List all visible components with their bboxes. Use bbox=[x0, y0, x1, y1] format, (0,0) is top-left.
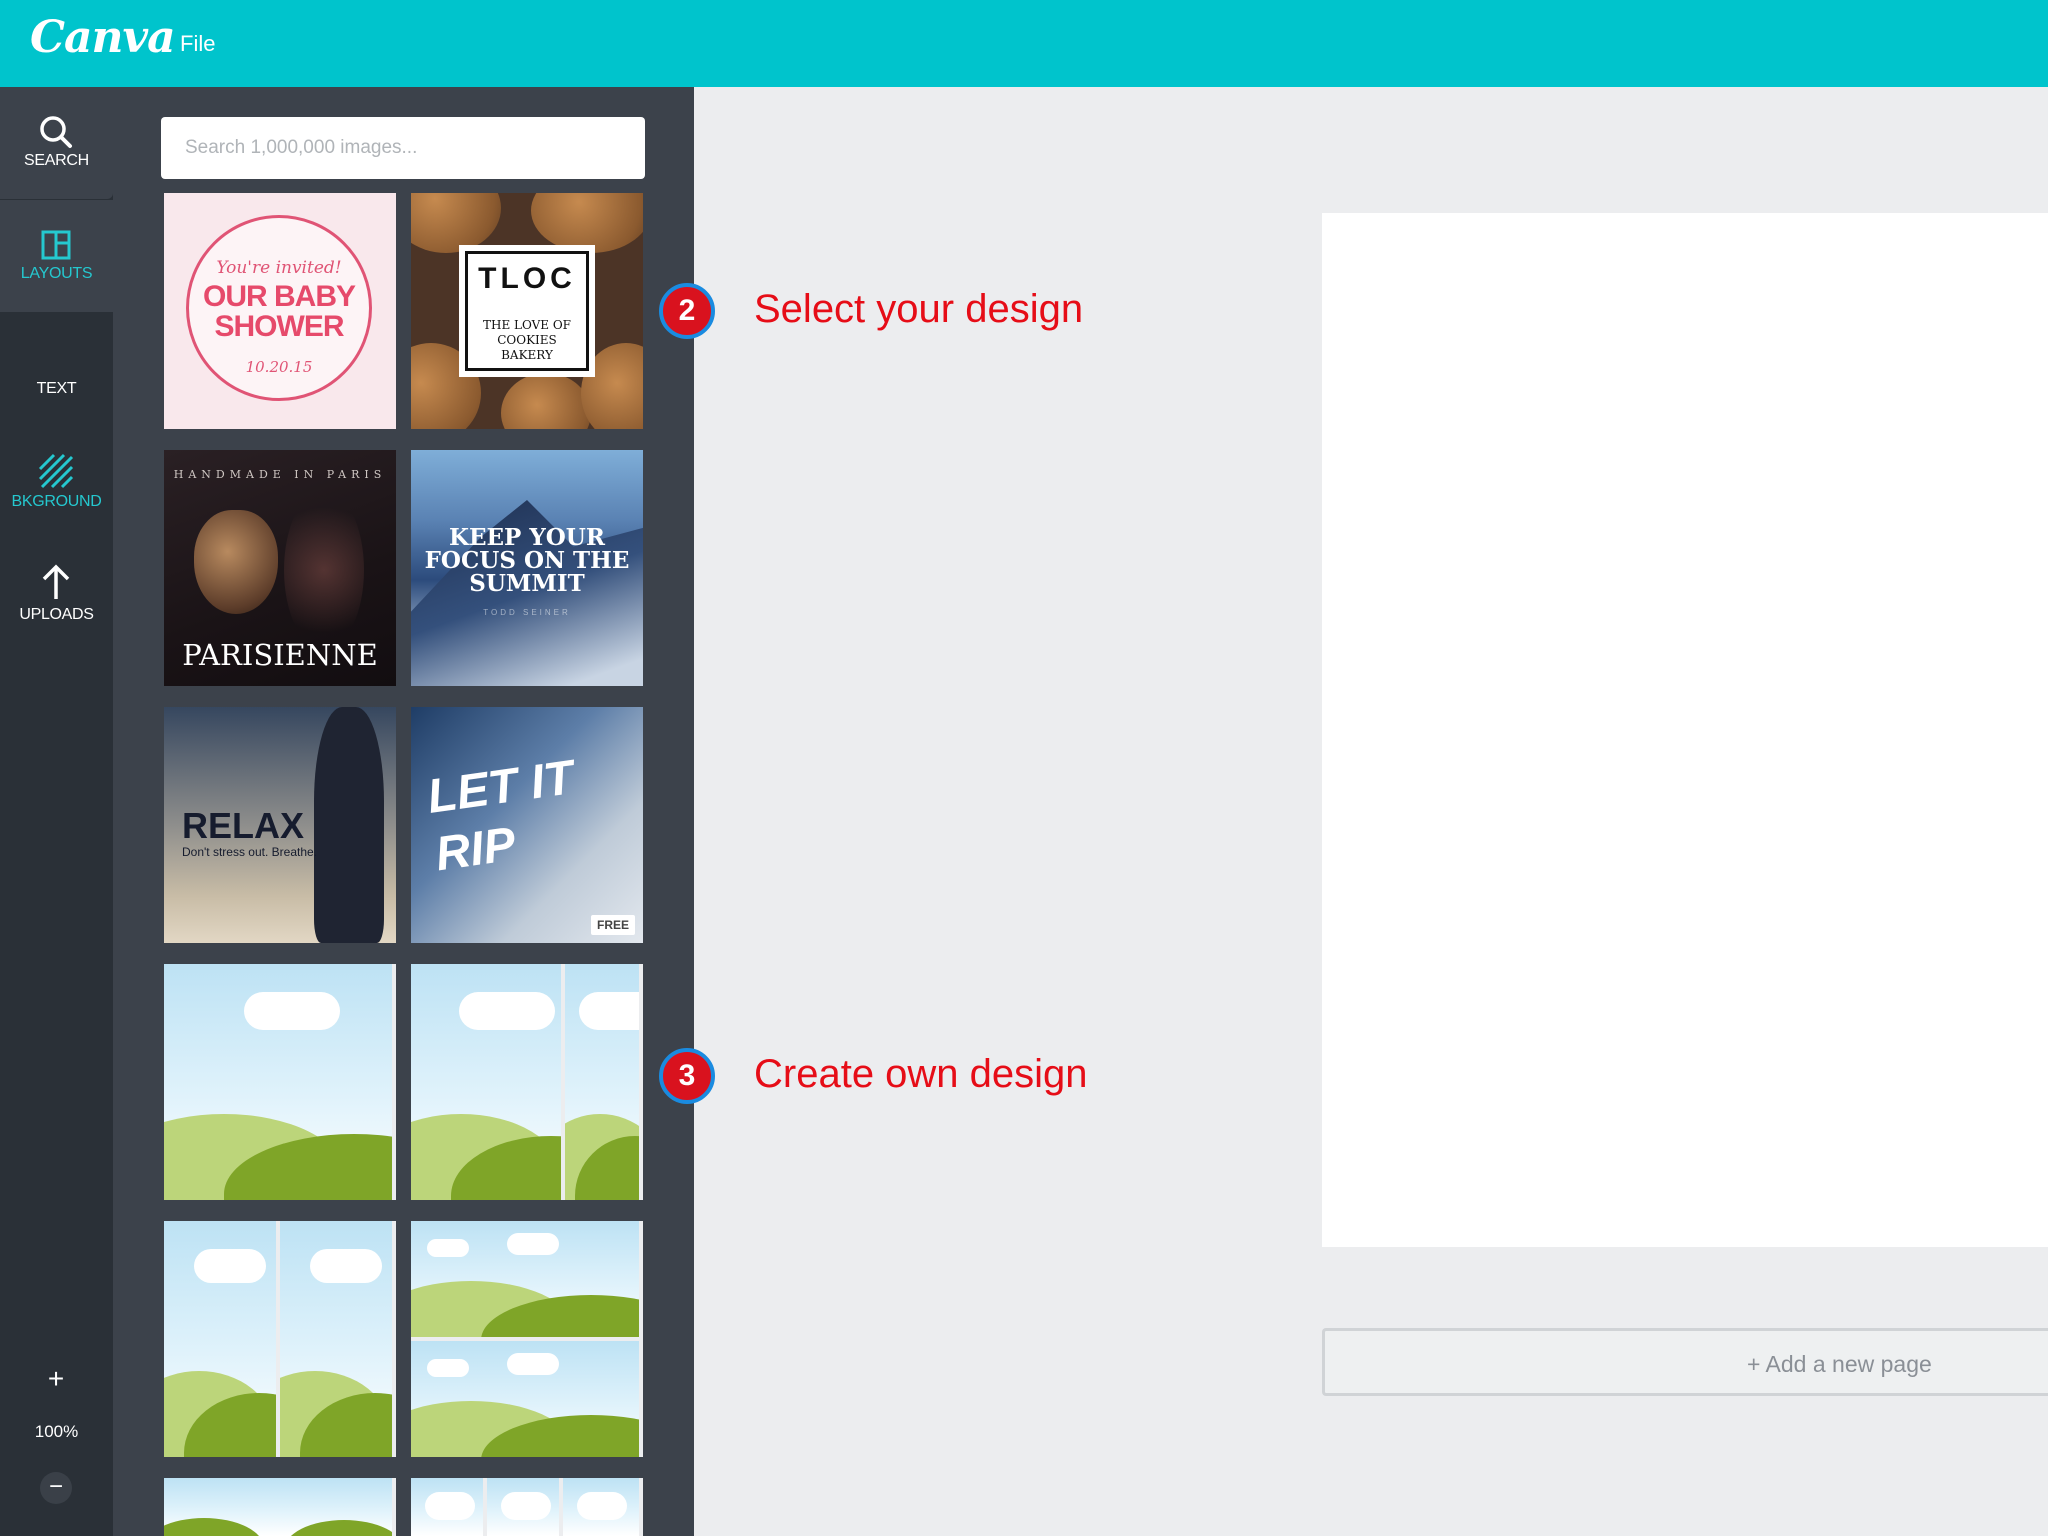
cloud-shape bbox=[577, 1492, 627, 1520]
cookie-label-card: TLOC THE LOVE OF COOKIES BAKERY bbox=[459, 245, 595, 377]
cookie-image bbox=[411, 193, 501, 253]
rail-uploads-label: UPLOADS bbox=[19, 606, 94, 623]
cloud-shape bbox=[507, 1353, 559, 1375]
relax-subtitle-text: Don't stress out. Breathe. bbox=[182, 845, 318, 859]
layout-cell bbox=[164, 964, 392, 1200]
layouts-icon bbox=[41, 230, 71, 260]
baby-date-text: 10.20.15 bbox=[245, 358, 313, 376]
cloud-shape bbox=[194, 1249, 266, 1283]
rail-text[interactable]: TEXT bbox=[0, 313, 113, 425]
paris-bag-image bbox=[194, 510, 278, 614]
cloud-shape bbox=[507, 1233, 559, 1255]
paris-top-text: HANDMADE IN PARIS bbox=[173, 468, 387, 481]
layout-cell bbox=[487, 1478, 559, 1536]
layout-two-column[interactable] bbox=[164, 1221, 396, 1457]
layout-two-column-uneven[interactable] bbox=[411, 964, 643, 1200]
layout-partial[interactable] bbox=[164, 1478, 396, 1536]
layout-two-row[interactable] bbox=[411, 1221, 643, 1457]
baby-title-text: OUR BABY SHOWER bbox=[202, 280, 356, 343]
template-baby-shower[interactable]: You're invited! OUR BABY SHOWER 10.20.15 bbox=[164, 193, 396, 429]
rail-layouts[interactable]: LAYOUTS bbox=[0, 200, 113, 312]
cookie-title-text: TLOC bbox=[478, 262, 576, 295]
hill-shape bbox=[164, 1518, 264, 1536]
upload-arrow-icon bbox=[42, 564, 70, 599]
image-search-input[interactable] bbox=[161, 117, 645, 179]
template-parisienne[interactable]: HANDMADE IN PARIS PARISIENNE bbox=[164, 450, 396, 686]
layout-cell bbox=[164, 1478, 392, 1536]
search-icon bbox=[40, 116, 72, 148]
background-icon bbox=[38, 453, 74, 489]
cloud-shape bbox=[427, 1239, 469, 1257]
hill-shape bbox=[284, 1520, 392, 1536]
cloud-shape bbox=[425, 1492, 475, 1520]
free-badge: FREE bbox=[590, 915, 635, 935]
summit-signature-text: TODD SEINER bbox=[483, 608, 571, 617]
layout-cell bbox=[411, 1478, 483, 1536]
cloud-shape bbox=[459, 992, 555, 1030]
template-cookie-bakery[interactable]: TLOC THE LOVE OF COOKIES BAKERY bbox=[411, 193, 643, 429]
rail-search[interactable]: SEARCH bbox=[0, 87, 113, 199]
top-bar: Canva File bbox=[0, 0, 2048, 87]
layout-single[interactable] bbox=[164, 964, 396, 1200]
cloud-shape bbox=[244, 992, 340, 1030]
add-new-page-button[interactable]: + Add a new page bbox=[1322, 1328, 2048, 1396]
cloud-shape bbox=[501, 1492, 551, 1520]
layout-three-column-partial[interactable] bbox=[411, 1478, 643, 1536]
paris-glow bbox=[284, 490, 364, 650]
layout-cell bbox=[280, 1221, 392, 1457]
relax-title-text: RELAX bbox=[182, 805, 305, 846]
cookie-subtitle-text: THE LOVE OF COOKIES BAKERY bbox=[482, 318, 572, 362]
paris-word-text: PARISIENNE bbox=[182, 638, 378, 672]
canva-logo[interactable]: Canva bbox=[30, 12, 176, 63]
cookie-image bbox=[501, 373, 591, 429]
cloud-shape bbox=[427, 1359, 469, 1377]
summit-title-text: KEEP YOUR FOCUS ON THE SUMMIT bbox=[424, 524, 630, 597]
add-new-page-label: + Add a new page bbox=[1747, 1351, 1932, 1377]
step-2-badge: 2 bbox=[659, 283, 715, 339]
layout-cell bbox=[411, 1221, 639, 1337]
cookie-label-border: TLOC THE LOVE OF COOKIES BAKERY bbox=[465, 251, 589, 371]
zoom-level: 100% bbox=[34, 1422, 79, 1441]
rail-text-label: TEXT bbox=[36, 380, 77, 397]
left-rail: SEARCH LAYOUTS TEXT BKGROUND UPLOADS + 1… bbox=[0, 87, 113, 1536]
rail-background-label: BKGROUND bbox=[11, 493, 102, 510]
layout-cell bbox=[565, 964, 639, 1200]
design-canvas[interactable] bbox=[1322, 213, 2048, 1247]
rail-search-label: SEARCH bbox=[24, 152, 89, 169]
layout-cell bbox=[411, 964, 561, 1200]
step-2-callout: Select your design bbox=[754, 287, 1084, 331]
file-menu[interactable]: File bbox=[180, 31, 215, 57]
woman-silhouette-image bbox=[314, 707, 384, 943]
template-relax[interactable]: RELAX Don't stress out. Breathe. bbox=[164, 707, 396, 943]
cookie-image bbox=[531, 193, 643, 253]
template-summit[interactable]: KEEP YOUR FOCUS ON THE SUMMIT TODD SEINE… bbox=[411, 450, 643, 686]
baby-shower-circle: You're invited! OUR BABY SHOWER 10.20.15 bbox=[186, 215, 372, 401]
layout-cell bbox=[164, 1221, 276, 1457]
baby-invite-text: You're invited! bbox=[216, 258, 342, 278]
rail-uploads[interactable]: UPLOADS bbox=[0, 539, 113, 651]
cloud-shape bbox=[310, 1249, 382, 1283]
step-3-callout: Create own design bbox=[754, 1052, 1088, 1096]
rail-background[interactable]: BKGROUND bbox=[0, 427, 113, 539]
step-3-badge: 3 bbox=[659, 1048, 715, 1104]
cloud-shape bbox=[579, 992, 639, 1030]
rip-title-text: LET IT RIP bbox=[424, 751, 577, 882]
zoom-in-button[interactable]: + bbox=[34, 1363, 78, 1403]
layout-cell bbox=[411, 1341, 639, 1457]
rail-layouts-label: LAYOUTS bbox=[20, 265, 93, 282]
template-let-it-rip[interactable]: LET IT RIP FREE bbox=[411, 707, 643, 943]
layout-cell bbox=[563, 1478, 639, 1536]
zoom-out-button[interactable]: − bbox=[40, 1472, 72, 1504]
